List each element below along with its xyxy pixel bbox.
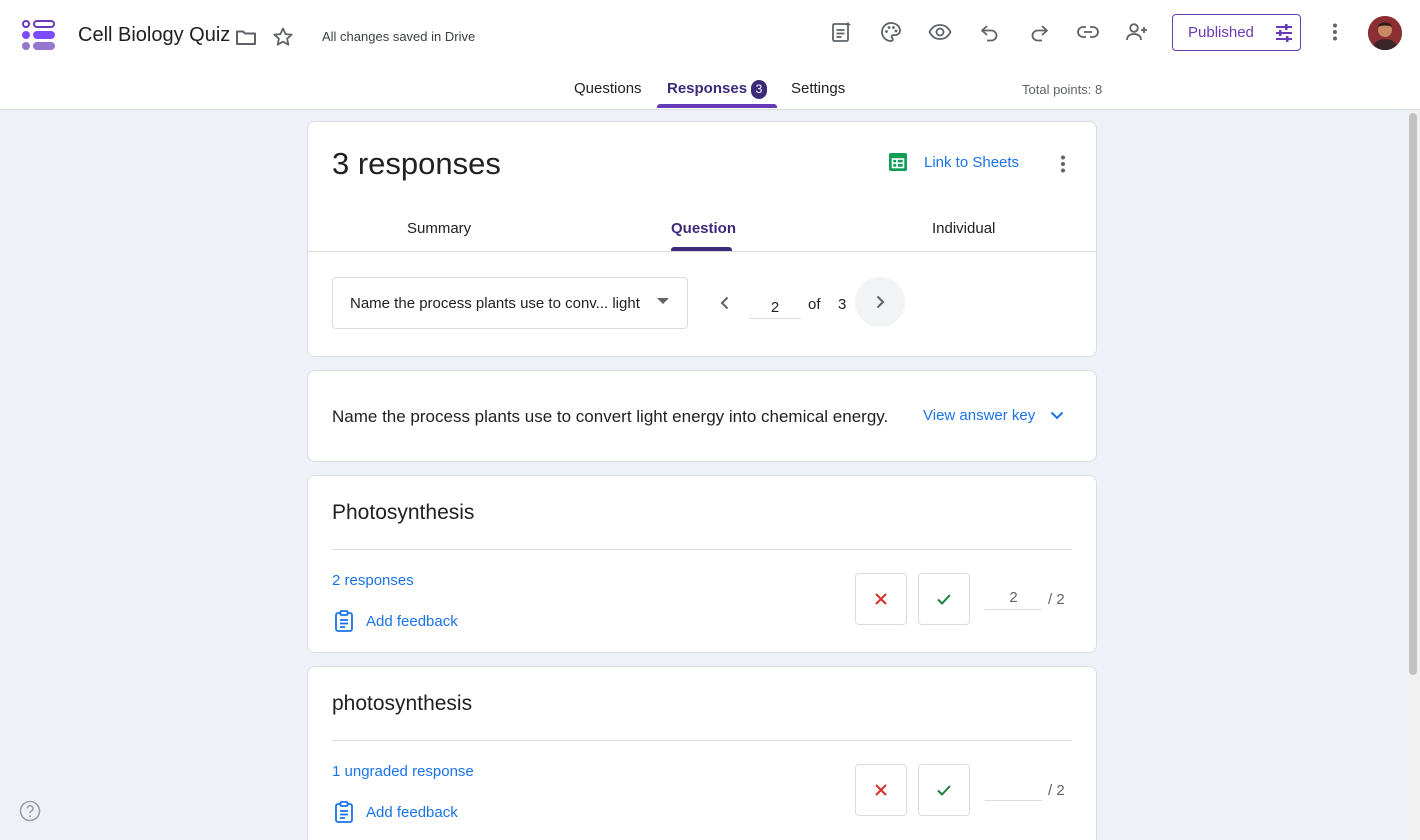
answer-response-count[interactable]: 1 ungraded response (332, 763, 474, 780)
answer-divider (332, 740, 1072, 741)
forms-logo-icon[interactable] (20, 16, 58, 54)
add-feedback-label: Add feedback (366, 803, 458, 821)
mark-incorrect-button[interactable] (855, 764, 907, 816)
subtab-divider (308, 251, 1096, 252)
subtab-summary[interactable]: Summary (407, 220, 471, 237)
star-icon[interactable] (271, 25, 295, 49)
chevron-right-icon (868, 290, 892, 314)
help-icon[interactable] (18, 799, 42, 823)
next-question-button[interactable] (855, 277, 905, 327)
add-feedback-label: Add feedback (366, 612, 458, 630)
undo-icon[interactable] (978, 20, 1002, 44)
answer-key-label: View answer key (923, 406, 1036, 424)
expand-more-icon (1047, 405, 1067, 425)
question-dropdown-value: Name the process plants use to conv... l… (350, 294, 640, 312)
mark-correct-button[interactable] (918, 764, 970, 816)
feedback-clipboard-icon (332, 800, 356, 824)
close-x-icon (871, 589, 891, 609)
add-collaborator-icon[interactable] (1125, 20, 1149, 44)
answer-group-card: Photosynthesis 2 responses Add feedback … (307, 475, 1097, 653)
responses-count-title: 3 responses (332, 146, 501, 181)
question-text: Name the process plants use to convert l… (332, 407, 889, 426)
answer-text: Photosynthesis (332, 501, 475, 524)
dropdown-arrow-icon (657, 298, 669, 304)
responses-count-badge: 3 (751, 80, 767, 99)
question-dropdown[interactable]: Name the process plants use to conv... l… (332, 277, 688, 329)
answer-text: photosynthesis (332, 692, 473, 715)
tab-questions[interactable]: Questions (574, 80, 642, 97)
checkmark-icon (934, 780, 954, 800)
checkmark-icon (934, 589, 954, 609)
scrollbar-thumb[interactable] (1409, 113, 1417, 675)
view-answer-key-button[interactable]: View answer key (923, 405, 1067, 425)
published-button[interactable]: Published (1172, 14, 1301, 51)
add-feedback-button[interactable]: Add feedback (332, 800, 458, 824)
pager-of-label: of (808, 296, 821, 313)
avatar[interactable] (1368, 16, 1402, 50)
score-input[interactable] (985, 586, 1042, 610)
more-vert-icon[interactable] (1323, 20, 1347, 44)
subtab-question[interactable]: Question (671, 220, 736, 237)
responses-header-card: 3 responses Link to Sheets Summary Quest… (307, 121, 1097, 357)
responses-more-icon[interactable] (1051, 152, 1075, 176)
link-icon[interactable] (1076, 20, 1100, 44)
add-feedback-button[interactable]: Add feedback (332, 609, 458, 633)
mark-incorrect-button[interactable] (855, 573, 907, 625)
question-card: Name the process plants use to convert l… (307, 370, 1097, 462)
total-points: Total points: 8 (1022, 82, 1103, 97)
active-tab-indicator (657, 104, 777, 108)
preview-eye-icon[interactable] (928, 20, 952, 44)
score-max: / 2 (1048, 782, 1065, 799)
question-number-input[interactable] (749, 292, 801, 319)
score-max: / 2 (1048, 591, 1065, 608)
move-to-folder-icon[interactable] (234, 25, 258, 49)
tab-settings[interactable]: Settings (791, 80, 845, 97)
sheets-icon (888, 152, 908, 172)
redo-icon[interactable] (1027, 20, 1051, 44)
previous-question-icon[interactable] (713, 291, 737, 315)
answer-group-card: photosynthesis 1 ungraded response Add f… (307, 666, 1097, 840)
tab-responses[interactable]: Responses (667, 80, 747, 97)
form-title[interactable]: Cell Biology Quiz (78, 24, 230, 47)
link-to-sheets-label: Link to Sheets (924, 153, 1020, 171)
save-status: All changes saved in Drive (322, 29, 476, 44)
answer-divider (332, 549, 1072, 550)
published-label: Published (1188, 24, 1254, 41)
link-to-sheets-button[interactable]: Link to Sheets (888, 152, 1019, 172)
answer-response-count[interactable]: 2 responses (332, 572, 414, 589)
mark-correct-button[interactable] (918, 573, 970, 625)
close-x-icon (871, 780, 891, 800)
tune-icon (1274, 23, 1294, 43)
pager-total: 3 (838, 296, 847, 313)
palette-icon[interactable] (879, 20, 903, 44)
score-input[interactable] (985, 777, 1042, 801)
subtab-individual[interactable]: Individual (932, 220, 995, 237)
app-header: Cell Biology Quiz All changes saved in D… (0, 0, 1420, 110)
feedback-clipboard-icon (332, 609, 356, 633)
customize-form-icon[interactable] (829, 20, 853, 44)
